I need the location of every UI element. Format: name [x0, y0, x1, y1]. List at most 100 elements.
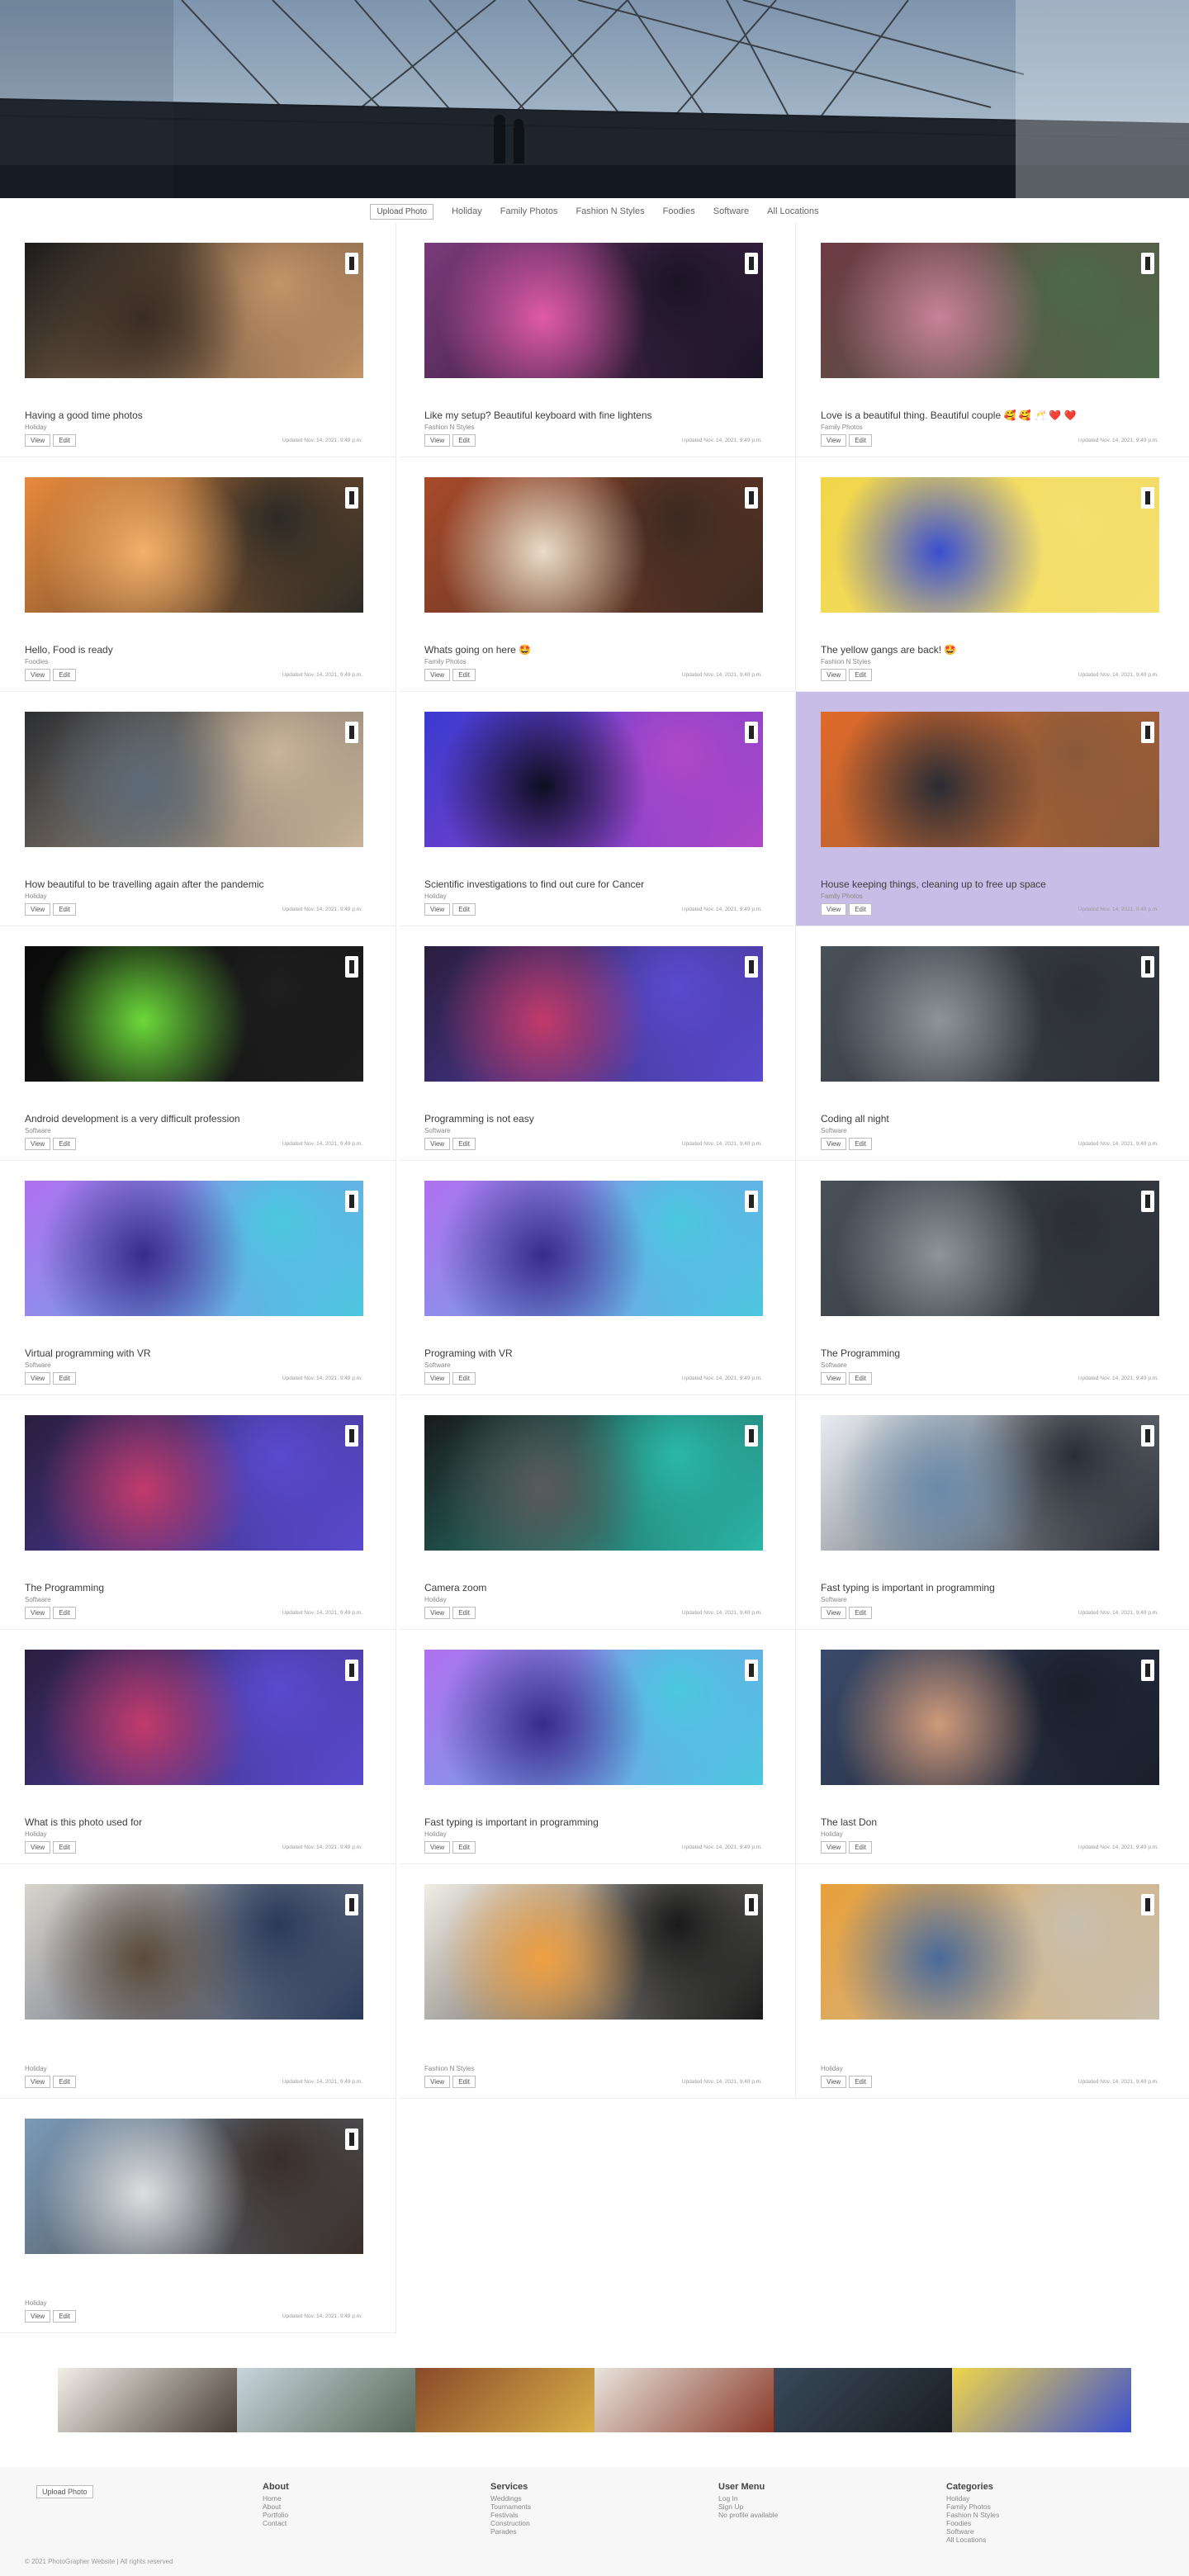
footer-link[interactable]: Foodies — [946, 2519, 1128, 2527]
photo-thumbnail[interactable] — [25, 2119, 363, 2254]
view-button[interactable]: View — [25, 1138, 51, 1150]
view-button[interactable]: View — [821, 2076, 847, 2088]
photo-thumbnail[interactable] — [25, 1884, 363, 2020]
footer-link[interactable]: Weddings — [490, 2494, 672, 2503]
edit-button[interactable]: Edit — [452, 1138, 476, 1150]
edit-button[interactable]: Edit — [849, 903, 872, 916]
view-button[interactable]: View — [25, 903, 51, 916]
view-button[interactable]: View — [424, 434, 451, 447]
photo-thumbnail[interactable] — [25, 1181, 363, 1316]
photo-thumbnail[interactable] — [25, 477, 363, 613]
edit-button[interactable]: Edit — [849, 1138, 872, 1150]
edit-button[interactable]: Edit — [53, 1841, 76, 1854]
photo-thumbnail[interactable] — [424, 712, 763, 847]
edit-button[interactable]: Edit — [53, 1372, 76, 1385]
photo-thumbnail[interactable] — [424, 477, 763, 613]
edit-button[interactable]: Edit — [849, 1607, 872, 1619]
view-button[interactable]: View — [424, 2076, 451, 2088]
edit-button[interactable]: Edit — [53, 1138, 76, 1150]
photo-thumbnail[interactable] — [821, 712, 1159, 847]
view-button[interactable]: View — [424, 903, 451, 916]
footer-link[interactable]: Festivals — [490, 2511, 672, 2519]
footer-link[interactable]: All Locations — [946, 2536, 1128, 2544]
view-button[interactable]: View — [821, 903, 847, 916]
edit-button[interactable]: Edit — [452, 669, 476, 681]
photo-thumbnail[interactable] — [821, 946, 1159, 1082]
edit-button[interactable]: Edit — [452, 903, 476, 916]
view-button[interactable]: View — [821, 434, 847, 447]
photo-thumbnail[interactable] — [821, 1884, 1159, 2020]
edit-button[interactable]: Edit — [849, 1372, 872, 1385]
footer-link[interactable]: Holiday — [946, 2494, 1128, 2503]
edit-button[interactable]: Edit — [53, 669, 76, 681]
edit-button[interactable]: Edit — [53, 1607, 76, 1619]
nav-link-software[interactable]: Software — [713, 206, 749, 216]
edit-button[interactable]: Edit — [849, 434, 872, 447]
footer-link[interactable]: About — [263, 2503, 444, 2511]
strip-photo-3[interactable] — [415, 2368, 595, 2432]
view-button[interactable]: View — [25, 1841, 51, 1854]
photo-thumbnail[interactable] — [424, 1181, 763, 1316]
photo-thumbnail[interactable] — [424, 946, 763, 1082]
view-button[interactable]: View — [25, 1607, 51, 1619]
view-button[interactable]: View — [25, 2310, 51, 2323]
photo-thumbnail[interactable] — [821, 477, 1159, 613]
photo-thumbnail[interactable] — [25, 1650, 363, 1785]
edit-button[interactable]: Edit — [452, 1841, 476, 1854]
photo-thumbnail[interactable] — [25, 712, 363, 847]
strip-photo-6[interactable] — [952, 2368, 1132, 2432]
photo-thumbnail[interactable] — [424, 243, 763, 378]
view-button[interactable]: View — [25, 434, 51, 447]
view-button[interactable]: View — [424, 1138, 451, 1150]
photo-thumbnail[interactable] — [424, 1650, 763, 1785]
view-button[interactable]: View — [25, 1372, 51, 1385]
photo-thumbnail[interactable] — [424, 1415, 763, 1551]
edit-button[interactable]: Edit — [849, 2076, 872, 2088]
edit-button[interactable]: Edit — [452, 1372, 476, 1385]
photo-thumbnail[interactable] — [821, 1415, 1159, 1551]
footer-link[interactable]: Tournaments — [490, 2503, 672, 2511]
nav-link-all-locations[interactable]: All Locations — [767, 206, 818, 216]
view-button[interactable]: View — [424, 669, 451, 681]
edit-button[interactable]: Edit — [452, 1607, 476, 1619]
view-button[interactable]: View — [821, 1841, 847, 1854]
view-button[interactable]: View — [424, 1607, 451, 1619]
edit-button[interactable]: Edit — [53, 2310, 76, 2323]
strip-photo-1[interactable] — [58, 2368, 237, 2432]
strip-photo-5[interactable] — [773, 2368, 953, 2432]
footer-link[interactable]: Software — [946, 2527, 1128, 2536]
view-button[interactable]: View — [821, 1372, 847, 1385]
view-button[interactable]: View — [821, 669, 847, 681]
nav-link-holiday[interactable]: Holiday — [452, 206, 482, 216]
photo-thumbnail[interactable] — [821, 1181, 1159, 1316]
edit-button[interactable]: Edit — [53, 434, 76, 447]
footer-link[interactable]: Construction — [490, 2519, 672, 2527]
nav-link-family-photos[interactable]: Family Photos — [500, 206, 558, 216]
footer-upload-photo-button[interactable]: Upload Photo — [36, 2485, 93, 2498]
strip-photo-2[interactable] — [236, 2368, 416, 2432]
upload-photo-button[interactable]: Upload Photo — [370, 203, 434, 220]
photo-thumbnail[interactable] — [821, 1650, 1159, 1785]
footer-link[interactable]: Family Photos — [946, 2503, 1128, 2511]
footer-link[interactable]: Fashion N Styles — [946, 2511, 1128, 2519]
footer-link[interactable]: Contact — [263, 2519, 444, 2527]
nav-link-foodies[interactable]: Foodies — [663, 206, 695, 216]
footer-link[interactable]: Log In — [718, 2494, 900, 2503]
footer-link[interactable]: Portfolio — [263, 2511, 444, 2519]
strip-photo-4[interactable] — [594, 2368, 774, 2432]
view-button[interactable]: View — [25, 669, 51, 681]
photo-thumbnail[interactable] — [821, 243, 1159, 378]
photo-thumbnail[interactable] — [424, 1884, 763, 2020]
edit-button[interactable]: Edit — [849, 1841, 872, 1854]
edit-button[interactable]: Edit — [452, 434, 476, 447]
photo-thumbnail[interactable] — [25, 243, 363, 378]
edit-button[interactable]: Edit — [452, 2076, 476, 2088]
footer-link[interactable]: Sign Up — [718, 2503, 900, 2511]
edit-button[interactable]: Edit — [53, 2076, 76, 2088]
view-button[interactable]: View — [424, 1841, 451, 1854]
edit-button[interactable]: Edit — [849, 669, 872, 681]
edit-button[interactable]: Edit — [53, 903, 76, 916]
footer-link[interactable]: Parades — [490, 2527, 672, 2536]
view-button[interactable]: View — [424, 1372, 451, 1385]
photo-thumbnail[interactable] — [25, 1415, 363, 1551]
